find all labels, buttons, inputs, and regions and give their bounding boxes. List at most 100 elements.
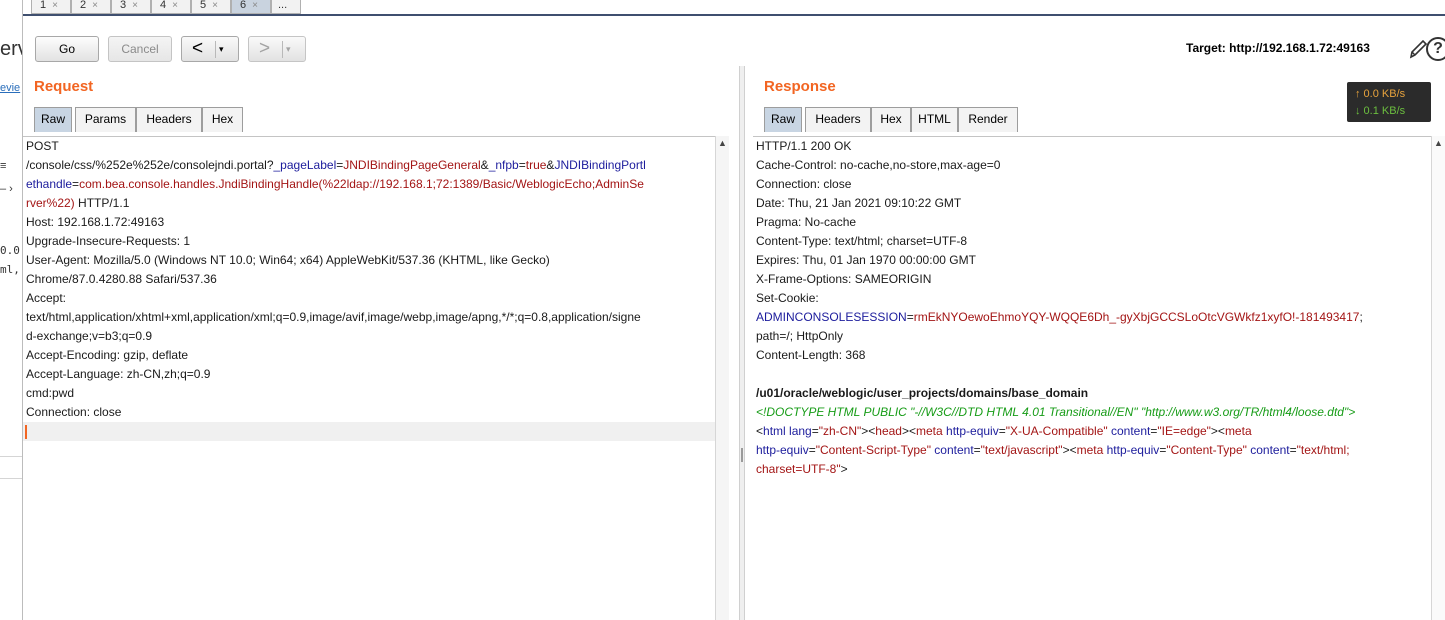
response-line: X-Frame-Options: SAMEORIGIN xyxy=(756,272,932,286)
download-speed: ↓ 0.1 KB/s xyxy=(1355,105,1406,117)
close-icon[interactable]: × xyxy=(132,0,138,11)
tab-request-params[interactable]: Params xyxy=(75,107,136,132)
tab-label: 4 xyxy=(160,0,167,11)
request-line: rver%22) HTTP/1.1 xyxy=(26,196,130,210)
separator xyxy=(215,41,216,58)
response-view-tabs: Raw Headers Hex HTML Render xyxy=(764,107,1024,132)
request-line: Accept: xyxy=(26,291,67,305)
back-button[interactable]: < ▾ xyxy=(181,36,239,62)
request-line: ethandle=com.bea.console.handles.JndiBin… xyxy=(26,177,644,191)
split-pane-divider[interactable] xyxy=(739,66,745,620)
tab-1[interactable]: 1 × xyxy=(31,0,71,14)
request-line: cmd:pwd xyxy=(26,386,75,400)
close-icon[interactable]: × xyxy=(212,0,218,11)
tab-response-hex[interactable]: Hex xyxy=(871,107,911,132)
close-icon[interactable]: × xyxy=(252,0,258,11)
tab-label: 6 xyxy=(240,0,247,11)
response-line: Connection: close xyxy=(756,177,852,191)
tab-more[interactable]: ... xyxy=(271,0,301,14)
tab-3[interactable]: 3 × xyxy=(111,0,151,14)
bg-text-fragment: erv xyxy=(0,38,22,60)
tab-response-headers[interactable]: Headers xyxy=(805,107,871,132)
repeater-tab-strip: 1 × 2 × 3 × 4 × 5 × 6 × ... xyxy=(23,0,1445,16)
response-line: HTTP/1.1 200 OK xyxy=(756,139,852,153)
help-icon[interactable]: ? xyxy=(1426,37,1445,61)
tab-response-raw[interactable]: Raw xyxy=(764,107,802,132)
chevron-down-icon[interactable]: ▾ xyxy=(286,44,291,55)
scroll-up-icon[interactable]: ▲ xyxy=(1434,138,1443,148)
tab-2[interactable]: 2 × xyxy=(71,0,111,14)
separator xyxy=(282,41,283,58)
response-line: http-equiv="Content-Script-Type" content… xyxy=(756,443,1350,457)
tab-response-render[interactable]: Render xyxy=(958,107,1018,132)
request-line: Chrome/87.0.4280.88 Safari/537.36 xyxy=(26,272,217,286)
scroll-up-icon[interactable]: ▲ xyxy=(718,138,727,148)
tab-request-hex[interactable]: Hex xyxy=(202,107,243,132)
request-editor[interactable]: POST /console/css/%252e%252e/consolejndi… xyxy=(23,136,715,620)
response-line: <!DOCTYPE HTML PUBLIC "-//W3C//DTD HTML … xyxy=(756,405,1356,419)
bg-divider xyxy=(0,456,22,457)
request-line: Accept-Encoding: gzip, deflate xyxy=(26,348,189,362)
tab-label: 2 xyxy=(80,0,87,11)
chevron-left-icon: < xyxy=(192,38,204,59)
tab-label: 3 xyxy=(120,0,127,11)
request-line: POST xyxy=(26,139,59,153)
close-icon[interactable]: × xyxy=(92,0,98,11)
bg-text-fragment: ml, xyxy=(0,263,20,276)
request-scrollbar[interactable]: ▲ xyxy=(715,136,729,620)
response-line: Pragma: No-cache xyxy=(756,215,857,229)
request-line: Accept-Language: zh-CN,zh;q=0.9 xyxy=(26,367,211,381)
close-icon[interactable]: × xyxy=(172,0,178,11)
tab-request-headers[interactable]: Headers xyxy=(136,107,202,132)
response-line: Cache-Control: no-cache,no-store,max-age… xyxy=(756,158,1001,172)
close-icon[interactable]: × xyxy=(52,0,58,11)
bg-text-fragment: 0.0 xyxy=(0,244,20,257)
response-line: Content-Length: 368 xyxy=(756,348,866,362)
tab-4[interactable]: 4 × xyxy=(151,0,191,14)
edit-pencil-icon[interactable] xyxy=(1408,38,1428,60)
repeater-window: 1 × 2 × 3 × 4 × 5 × 6 × ... Go Cancel < ▾ > ▾ … xyxy=(22,0,1445,620)
response-line: Date: Thu, 21 Jan 2021 09:10:22 GMT xyxy=(756,196,962,210)
request-line: Upgrade-Insecure-Requests: 1 xyxy=(26,234,191,248)
tab-response-html[interactable]: HTML xyxy=(911,107,958,132)
tab-request-raw[interactable]: Raw xyxy=(34,107,72,132)
bg-menu-icon: ≡ xyxy=(0,160,7,172)
response-editor[interactable]: HTTP/1.1 200 OK Cache-Control: no-cache,… xyxy=(753,136,1441,620)
tab-5[interactable]: 5 × xyxy=(191,0,231,14)
response-title: Response xyxy=(764,78,836,95)
upload-speed: ↑ 0.0 KB/s xyxy=(1355,88,1406,100)
background-window: erv evie ≡ – › 0.0 ml, xyxy=(0,0,22,620)
tab-label: 5 xyxy=(200,0,207,11)
response-line: Expires: Thu, 01 Jan 1970 00:00:00 GMT xyxy=(756,253,976,267)
drag-handle[interactable] xyxy=(741,448,743,462)
text-caret xyxy=(25,425,27,439)
bg-divider xyxy=(0,478,22,479)
chevron-down-icon[interactable]: ▾ xyxy=(219,44,224,55)
request-view-tabs: Raw Params Headers Hex xyxy=(34,107,244,132)
target-label: Target: http://192.168.1.72:49163 xyxy=(1186,41,1370,55)
request-current-line[interactable] xyxy=(23,422,715,441)
response-line: path=/; HttpOnly xyxy=(756,329,844,343)
chevron-right-icon: > xyxy=(259,38,271,59)
request-line: Host: 192.168.1.72:49163 xyxy=(26,215,165,229)
response-line: ADMINCONSOLESESSION=rmEkNYOewoEhmoYQY-WQ… xyxy=(756,310,1363,324)
network-speed-indicator: ↑ 0.0 KB/s ↓ 0.1 KB/s xyxy=(1347,82,1431,122)
request-line: d-exchange;v=b3;q=0.9 xyxy=(26,329,153,343)
request-title: Request xyxy=(34,78,94,95)
response-line: Set-Cookie: xyxy=(756,291,819,305)
response-line: <html lang="zh-CN"><head><meta http-equi… xyxy=(756,424,1252,438)
bg-text-fragment: – › xyxy=(0,183,13,195)
go-button[interactable]: Go xyxy=(35,36,99,62)
bg-link-fragment[interactable]: evie xyxy=(0,82,20,94)
request-line: User-Agent: Mozilla/5.0 (Windows NT 10.0… xyxy=(26,253,550,267)
response-line: /u01/oracle/weblogic/user_projects/domai… xyxy=(756,386,1089,400)
tab-label: 1 xyxy=(40,0,47,11)
response-scrollbar[interactable]: ▲ xyxy=(1431,136,1445,620)
response-line: charset=UTF-8"> xyxy=(756,462,848,476)
request-line: /console/css/%252e%252e/consolejndi.port… xyxy=(26,158,646,172)
forward-button[interactable]: > ▾ xyxy=(248,36,306,62)
tab-6[interactable]: 6 × xyxy=(231,0,271,14)
request-line: Connection: close xyxy=(26,405,122,419)
cancel-button[interactable]: Cancel xyxy=(108,36,172,62)
tab-label: ... xyxy=(278,0,288,11)
